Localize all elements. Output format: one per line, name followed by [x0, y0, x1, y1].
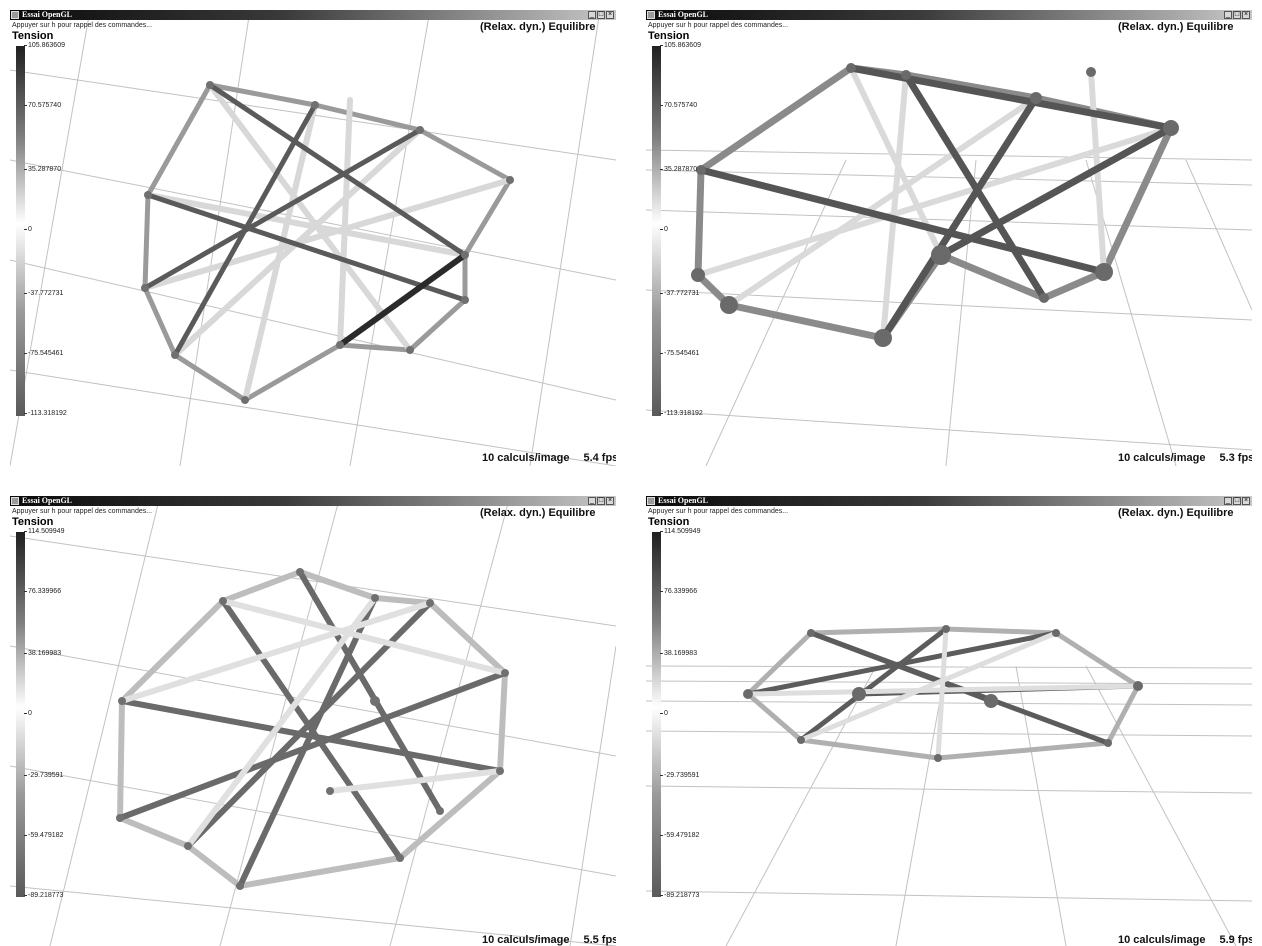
colorbar-tick: -59.479182	[660, 832, 699, 839]
fps-readout: 5.5 fps	[583, 934, 616, 946]
colorbar-tick: 35.287870	[24, 166, 61, 173]
legend-title: Tension	[648, 516, 690, 528]
colorbar-tick: 35.287870	[660, 166, 697, 173]
colorbar-tick: 38.169983	[24, 650, 61, 657]
colorbar-tick: -37.772731	[24, 290, 63, 297]
legend-title: Tension	[12, 30, 54, 42]
minimize-icon[interactable]: _	[1224, 497, 1232, 505]
help-hint: Appuyer sur h pour rappel des commandes.…	[12, 22, 153, 29]
simulation-status: (Relax. dyn.) Equilibre	[1118, 507, 1234, 519]
close-icon[interactable]: ×	[1242, 11, 1250, 19]
opengl-window-top-left[interactable]: Essai OpenGL _ □ × Appuyer sur h pour ra…	[10, 10, 616, 466]
close-icon[interactable]: ×	[1242, 497, 1250, 505]
colorbar-tick: -89.218773	[24, 892, 63, 899]
maximize-icon[interactable]: □	[597, 497, 605, 505]
fps-readout: 5.4 fps	[583, 452, 616, 464]
calc-rate: 10 calculs/image	[1118, 934, 1206, 946]
help-hint: Appuyer sur h pour rappel des commandes.…	[648, 508, 789, 515]
app-icon	[647, 497, 655, 505]
colorbar-tick: 0	[660, 226, 668, 233]
viewport-3d[interactable]	[646, 496, 1252, 946]
calc-rate: 10 calculs/image	[482, 452, 570, 464]
colorbar-tick: 38.169983	[660, 650, 697, 657]
window-titlebar[interactable]: Essai OpenGL _ □ ×	[646, 10, 1252, 20]
opengl-window-top-right[interactable]: Essai OpenGL _ □ × Appuyer sur h pour ra…	[646, 10, 1252, 466]
window-title: Essai OpenGL	[658, 10, 709, 19]
simulation-status: (Relax. dyn.) Equilibre	[1118, 21, 1234, 33]
window-title: Essai OpenGL	[22, 496, 73, 505]
colorbar-tick: -113.318192	[660, 410, 703, 417]
window-title: Essai OpenGL	[658, 496, 709, 505]
colorbar-tick: -59.479182	[24, 832, 63, 839]
colorbar-tick: -89.218773	[660, 892, 699, 899]
minimize-icon[interactable]: _	[588, 11, 596, 19]
viewport-3d[interactable]	[10, 496, 616, 946]
colorbar-tick: 105.863609	[660, 42, 701, 49]
fps-readout: 5.9 fps	[1219, 934, 1252, 946]
colorbar-tick: -75.545461	[660, 350, 699, 357]
viewport-3d[interactable]	[10, 10, 616, 466]
tensegrity-structure	[743, 625, 1143, 762]
colorbar-tick: 114.509949	[24, 528, 64, 535]
tensegrity-structure	[116, 568, 509, 890]
simulation-status: (Relax. dyn.) Equilibre	[480, 507, 596, 519]
viewport-3d[interactable]	[646, 10, 1252, 466]
calc-rate: 10 calculs/image	[482, 934, 570, 946]
close-icon[interactable]: ×	[606, 11, 614, 19]
performance-footer: 10 calculs/image 5.4 fps	[482, 452, 616, 464]
close-icon[interactable]: ×	[606, 497, 614, 505]
performance-footer: 10 calculs/image 5.5 fps	[482, 934, 616, 946]
colorbar-tick: 76.339966	[24, 588, 61, 595]
colorbar-tick: 105.863609	[24, 42, 65, 49]
app-icon	[11, 11, 19, 19]
simulation-status: (Relax. dyn.) Equilibre	[480, 21, 596, 33]
ground-grid	[646, 665, 1252, 946]
maximize-icon[interactable]: □	[1233, 11, 1241, 19]
colorbar-tick: 0	[24, 226, 32, 233]
colorbar-tick: 0	[24, 710, 32, 717]
colorbar-tick: -29.739591	[660, 772, 699, 779]
window-titlebar[interactable]: Essai OpenGL _ □ ×	[10, 10, 616, 20]
legend-title: Tension	[12, 516, 54, 528]
performance-footer: 10 calculs/image 5.3 fps	[1118, 452, 1252, 464]
window-titlebar[interactable]: Essai OpenGL _ □ ×	[646, 496, 1252, 506]
help-hint: Appuyer sur h pour rappel des commandes.…	[12, 508, 153, 515]
colorbar-tick: 114.509949	[660, 528, 700, 535]
opengl-window-bottom-left[interactable]: Essai OpenGL _ □ × Appuyer sur h pour ra…	[10, 496, 616, 946]
colorbar-tick: 70.575740	[660, 102, 697, 109]
colorbar-tick: -75.545461	[24, 350, 63, 357]
colorbar-tick: 0	[660, 710, 668, 717]
colorbar-tick: -29.739591	[24, 772, 63, 779]
help-hint: Appuyer sur h pour rappel des commandes.…	[648, 22, 789, 29]
maximize-icon[interactable]: □	[597, 11, 605, 19]
colorbar-tick: 70.575740	[24, 102, 61, 109]
fps-readout: 5.3 fps	[1219, 452, 1252, 464]
opengl-window-bottom-right[interactable]: Essai OpenGL _ □ × Appuyer sur h pour ra…	[646, 496, 1252, 946]
minimize-icon[interactable]: _	[1224, 11, 1232, 19]
calc-rate: 10 calculs/image	[1118, 452, 1206, 464]
colorbar-tick: -113.318192	[24, 410, 67, 417]
window-titlebar[interactable]: Essai OpenGL _ □ ×	[10, 496, 616, 506]
legend-title: Tension	[648, 30, 690, 42]
app-icon	[11, 497, 19, 505]
maximize-icon[interactable]: □	[1233, 497, 1241, 505]
performance-footer: 10 calculs/image 5.9 fps	[1118, 934, 1252, 946]
window-title: Essai OpenGL	[22, 10, 73, 19]
app-icon	[647, 11, 655, 19]
colorbar-tick: 76.339966	[660, 588, 697, 595]
colorbar-tick: -37.772731	[660, 290, 699, 297]
minimize-icon[interactable]: _	[588, 497, 596, 505]
